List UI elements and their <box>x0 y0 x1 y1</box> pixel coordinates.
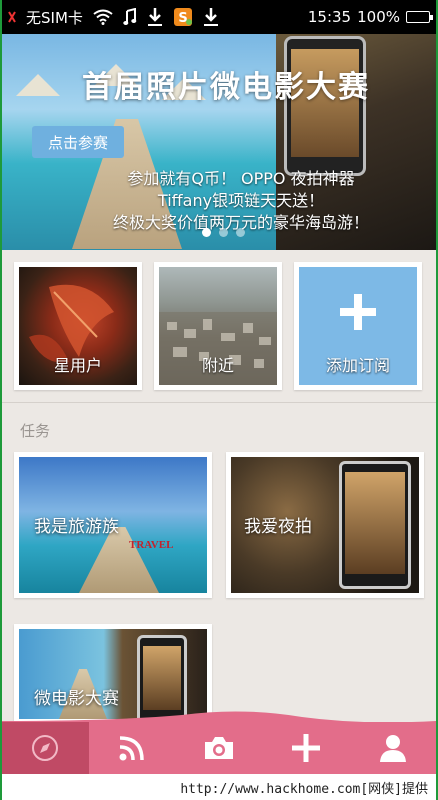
signal-off-icon <box>8 11 16 23</box>
tile-label: 附近 <box>201 356 234 375</box>
task-card-night-shot[interactable]: 我爱夜拍 <box>226 452 424 598</box>
nav-feed[interactable] <box>89 722 176 774</box>
hut-image <box>19 457 55 473</box>
rss-feed-icon <box>119 736 144 761</box>
plus-icon <box>291 734 320 762</box>
add-subscription-button[interactable]: 添加订阅 <box>294 262 422 390</box>
tile-label: 星用户 <box>53 356 102 375</box>
music-icon <box>123 8 137 25</box>
watermark: http://www.hackhome.com[网侠]提供 <box>2 774 436 800</box>
sogou-input-icon: S <box>173 8 192 26</box>
battery-icon <box>406 11 433 23</box>
download-icon <box>203 8 218 26</box>
user-icon <box>379 735 406 762</box>
task-card-traveler[interactable]: TRAVEL 我是旅游族 <box>14 452 212 598</box>
promo-banner[interactable]: 首届照片微电影大赛 点击参赛 参加就有Q币！ OPPO 夜拍神器 Tiffany… <box>2 34 436 250</box>
carousel-dot[interactable] <box>219 228 228 237</box>
download-icon <box>147 8 162 26</box>
nav-profile[interactable] <box>349 722 436 774</box>
nav-camera[interactable] <box>176 722 263 774</box>
phone-image <box>284 36 366 176</box>
carousel-dot[interactable] <box>202 228 211 237</box>
status-bar: 无SIM卡 S 15:35 100% <box>2 0 436 34</box>
banner-line: Tiffany银项链天天送！ <box>157 191 325 210</box>
compass-icon <box>32 735 59 761</box>
tasks-section-label: 任务 <box>20 422 51 440</box>
clock: 15:35 <box>307 8 352 26</box>
nav-add[interactable] <box>262 722 349 774</box>
camera-icon <box>204 737 233 759</box>
wifi-icon <box>93 9 113 25</box>
banner-line: 参加就有Q币！ OPPO 夜拍神器 <box>127 169 355 188</box>
carrier-label: 无SIM卡 <box>26 8 83 27</box>
nav-discover[interactable] <box>2 722 89 774</box>
bottom-navigation <box>2 722 436 774</box>
subscription-star-users[interactable]: 星用户 <box>14 262 142 390</box>
task-label: 微电影大赛 <box>34 689 119 709</box>
phone-image <box>339 461 411 589</box>
travel-logo-text: TRAVEL <box>129 539 174 551</box>
join-contest-button[interactable]: 点击参赛 <box>32 126 124 158</box>
tile-label: 添加订阅 <box>325 356 390 375</box>
banner-description: 参加就有Q币！ OPPO 夜拍神器 Tiffany银项链天天送！ 终极大奖价值两… <box>2 168 436 234</box>
subscription-tiles: 星用户 附近 添加订阅 <box>14 262 422 390</box>
app-screen: 无SIM卡 S 15:35 100% 首届照片微电影大赛 点击参赛 参加就有Q币… <box>2 0 436 800</box>
carousel-indicator <box>202 228 245 237</box>
svg-text:S: S <box>178 11 187 26</box>
subscription-nearby[interactable]: 附近 <box>154 262 282 390</box>
battery-percent: 100% <box>357 8 400 26</box>
section-divider <box>2 402 436 403</box>
banner-title: 首届照片微电影大赛 <box>82 70 370 105</box>
task-label: 我爱夜拍 <box>244 517 312 537</box>
task-label: 我是旅游族 <box>34 517 119 537</box>
plus-icon <box>340 293 376 330</box>
carousel-dot[interactable] <box>236 228 245 237</box>
